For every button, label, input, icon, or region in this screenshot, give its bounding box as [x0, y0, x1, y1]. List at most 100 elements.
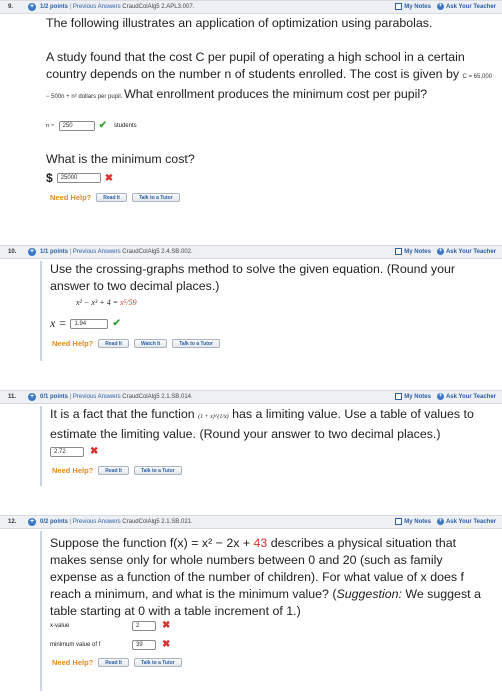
q11-help-row: Need Help? Read It Talk to a Tutor — [52, 466, 182, 475]
read-it-button[interactable]: Read It — [96, 193, 127, 202]
ask-teacher-button[interactable]: + Ask Your Teacher — [436, 393, 496, 401]
read-it-button[interactable]: Read It — [98, 339, 129, 348]
n-label: n = — [46, 122, 55, 129]
my-notes-button[interactable]: My Notes — [395, 3, 431, 11]
x-value-label: x-value — [50, 622, 70, 629]
q10-actions: My Notes + Ask Your Teacher — [395, 248, 496, 256]
function-expression: (1 + x)^(1/x) — [198, 414, 229, 420]
talk-to-tutor-button[interactable]: Talk to a Tutor — [172, 339, 220, 348]
q12-meta: 0/2 points | Previous Answers CraudColAl… — [40, 519, 193, 525]
notes-checkbox-icon — [395, 393, 403, 401]
q9-question-2: What is the minimum cost? — [46, 152, 195, 166]
question-number: 9. — [8, 4, 14, 10]
need-help-label: Need Help? — [52, 339, 94, 348]
limit-input[interactable]: 2.72 — [50, 446, 84, 457]
minimum-value-label: minimum value of f — [50, 641, 101, 648]
ask-teacher-button[interactable]: + Ask Your Teacher — [436, 248, 496, 256]
cross-icon: ✖ — [162, 620, 171, 631]
plus-circle-icon: + — [436, 3, 444, 11]
q9-header: 9. + 1/2 points | Previous Answers Craud… — [0, 0, 502, 14]
previous-answers-link[interactable]: Previous Answers — [73, 4, 121, 10]
q11-actions: My Notes + Ask Your Teacher — [395, 393, 496, 401]
x-value-input[interactable]: 2 — [132, 620, 156, 631]
my-notes-button[interactable]: My Notes — [395, 248, 431, 256]
q10-body: Use the crossing-graphs method to solve … — [40, 261, 492, 361]
source: CraudColAlg5 2.1.SB.014. — [122, 394, 193, 400]
question-number: 11. — [8, 394, 17, 400]
previous-answers-link[interactable]: Previous Answers — [73, 394, 121, 400]
points: 1/1 points — [40, 249, 69, 255]
source: CraudColAlg5 2.APL3.007. — [122, 4, 195, 10]
watch-it-button[interactable]: Watch It — [133, 339, 168, 348]
n-input[interactable]: 250 — [58, 120, 95, 131]
q9-answer-row-1: n = 250 ✔ students — [46, 120, 137, 131]
expand-icon[interactable]: + — [28, 248, 36, 256]
previous-answers-link[interactable]: Previous Answers — [73, 249, 121, 255]
q10-text: Use the crossing-graphs method to solve … — [50, 262, 455, 293]
cross-icon: ✖ — [104, 172, 114, 184]
my-notes-button[interactable]: My Notes — [395, 518, 431, 526]
source: CraudColAlg5 2.4.SB.002. — [122, 249, 193, 255]
question-number: 12. — [8, 519, 17, 525]
plus-circle-icon: + — [436, 393, 444, 401]
q10-header: 10. + 1/1 points | Previous Answers Crau… — [0, 245, 502, 259]
plus-circle-icon: + — [436, 518, 444, 526]
read-it-button[interactable]: Read It — [98, 466, 129, 475]
q12-actions: My Notes + Ask Your Teacher — [395, 518, 496, 526]
points: 1/2 points — [40, 4, 69, 10]
q9-help-row: Need Help? Read It Talk to a Tutor — [50, 193, 180, 202]
expand-icon[interactable]: + — [28, 518, 36, 526]
need-help-label: Need Help? — [50, 193, 92, 202]
check-icon: ✔ — [98, 120, 107, 131]
q10-meta: 1/1 points | Previous Answers CraudColAl… — [40, 249, 193, 255]
previous-answers-link[interactable]: Previous Answers — [73, 519, 121, 525]
cost-input[interactable]: 25000 — [56, 173, 101, 183]
q12-minvalue-row: minimum value of f 39 ✖ — [50, 639, 170, 650]
points: 0/2 points — [40, 519, 69, 525]
plus-circle-icon: + — [436, 248, 444, 256]
q9-answer-row-2: $ 25000 ✖ — [46, 171, 113, 185]
source: CraudColAlg5 2.1.SB.021. — [122, 519, 193, 525]
question-number: 10. — [8, 249, 17, 255]
x-label: x = — [50, 316, 67, 330]
q9-actions: My Notes + Ask Your Teacher — [395, 3, 496, 11]
constant-value: 43 — [253, 536, 268, 550]
x-input[interactable]: 1.94 — [70, 318, 109, 329]
cross-icon: ✖ — [162, 639, 171, 650]
talk-to-tutor-button[interactable]: Talk to a Tutor — [131, 193, 180, 202]
read-it-button[interactable]: Read It — [98, 658, 129, 667]
notes-checkbox-icon — [395, 518, 403, 526]
expand-icon[interactable]: + — [28, 393, 36, 401]
minimum-value-input[interactable]: 39 — [132, 639, 156, 650]
q12-body: Suppose the function f(x) = x² − 2x + 43… — [40, 531, 492, 691]
my-notes-button[interactable]: My Notes — [395, 393, 431, 401]
q10-help-row: Need Help? Read It Watch It Talk to a Tu… — [52, 339, 220, 348]
q10-answer-row: x = 1.94 ✔ — [50, 316, 121, 331]
expand-icon[interactable]: + — [28, 3, 36, 11]
q11-answer-row: 2.72 ✖ — [50, 446, 98, 457]
q9-body: The following illustrates an application… — [46, 15, 498, 215]
q9-paragraph: A study found that the cost C per pupil … — [46, 50, 493, 101]
notes-checkbox-icon — [395, 248, 403, 256]
need-help-label: Need Help? — [52, 658, 94, 667]
q11-body: It is a fact that the function (1 + x)^(… — [40, 406, 492, 486]
q9-intro: The following illustrates an application… — [46, 16, 433, 30]
check-icon: ✔ — [112, 318, 121, 329]
ask-teacher-button[interactable]: + Ask Your Teacher — [436, 518, 496, 526]
dollar-sign: $ — [46, 171, 53, 185]
points: 0/1 points — [40, 394, 69, 400]
equation-right: x⁵/59 — [120, 298, 137, 307]
ask-teacher-button[interactable]: + Ask Your Teacher — [436, 3, 496, 11]
q12-xvalue-row: x-value 2 ✖ — [50, 620, 170, 631]
q11-text: It is a fact that the function (1 + x)^(… — [50, 407, 474, 441]
students-label: students — [113, 122, 137, 129]
q12-text: Suppose the function f(x) = x² − 2x + 43… — [50, 536, 481, 618]
talk-to-tutor-button[interactable]: Talk to a Tutor — [133, 658, 182, 667]
q9-meta: 1/2 points | Previous Answers CraudColAl… — [40, 4, 195, 10]
talk-to-tutor-button[interactable]: Talk to a Tutor — [133, 466, 182, 475]
cross-icon: ✖ — [90, 446, 99, 457]
need-help-label: Need Help? — [52, 466, 94, 475]
q11-meta: 0/1 points | Previous Answers CraudColAl… — [40, 394, 193, 400]
q12-help-row: Need Help? Read It Talk to a Tutor — [52, 658, 182, 667]
notes-checkbox-icon — [395, 3, 403, 11]
